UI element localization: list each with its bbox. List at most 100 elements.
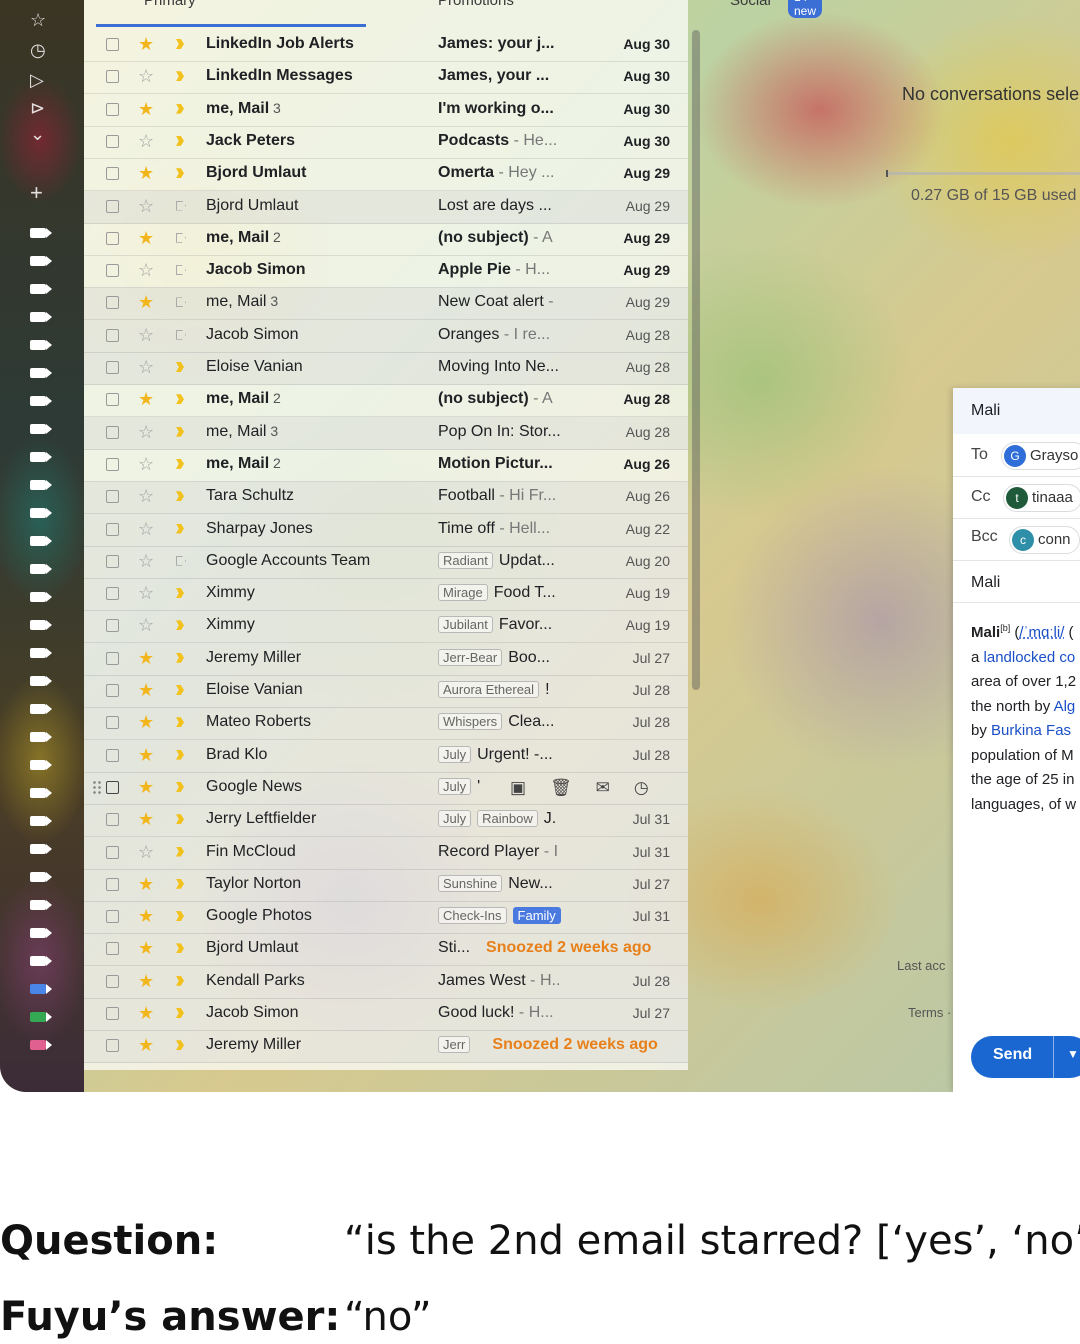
label-icon[interactable] (30, 396, 52, 406)
email-row[interactable]: ★ me, Mail 3 New Coat alert - Aug 29 (84, 287, 688, 321)
clock-icon[interactable]: ◷ (30, 40, 46, 61)
row-checkbox[interactable] (106, 651, 119, 665)
email-row[interactable]: ☆ Google Accounts Team Radiant Updat... Aug … (84, 545, 688, 579)
row-checkbox[interactable] (106, 974, 119, 988)
star-icon[interactable]: ★ (138, 776, 154, 798)
send-button[interactable]: Send ▼ (971, 1036, 1080, 1078)
label-icon[interactable] (30, 508, 52, 518)
star-icon[interactable]: ★ (138, 33, 154, 55)
star-icon[interactable]: ☆ (30, 10, 46, 31)
row-checkbox[interactable] (106, 490, 119, 504)
send-options-icon[interactable]: ▼ (1067, 1047, 1079, 1061)
tab-social[interactable]: Social (730, 0, 771, 9)
label-icon[interactable] (30, 564, 52, 574)
star-icon[interactable]: ★ (138, 937, 154, 959)
label-chip[interactable]: July (438, 810, 472, 828)
row-checkbox[interactable] (106, 1007, 119, 1020)
label-chip[interactable]: July (438, 745, 472, 763)
important-marker-icon[interactable] (176, 39, 184, 49)
row-checkbox[interactable] (106, 264, 119, 278)
important-marker-icon[interactable] (176, 555, 186, 566)
row-checkbox[interactable] (106, 780, 119, 794)
row-checkbox[interactable] (106, 199, 119, 213)
important-marker-icon[interactable] (176, 329, 186, 340)
label-chip[interactable]: Jubilant (438, 616, 493, 634)
important-marker-icon[interactable] (176, 362, 184, 372)
archive-icon[interactable]: ▣ (510, 778, 550, 797)
label-icon[interactable] (30, 704, 52, 714)
drag-handle-icon[interactable] (92, 779, 102, 794)
important-marker-icon[interactable] (176, 620, 184, 631)
email-row[interactable]: ☆ me, Mail 3 Pop On In: Stor... Aug 28 (84, 416, 688, 450)
email-row[interactable]: ★ Taylor Norton Sunshine New... Jul 27 (84, 868, 688, 902)
label-chip[interactable]: July (438, 777, 472, 795)
row-checkbox[interactable] (106, 942, 119, 956)
email-row[interactable]: ★ me, Mail 2 (no subject) - A Aug 29 (84, 223, 688, 256)
to-recipient-chip[interactable]: G Grayso (1001, 442, 1080, 470)
label-chip[interactable]: Mirage (438, 584, 488, 602)
important-marker-icon[interactable] (176, 1040, 184, 1051)
important-marker-icon[interactable] (176, 1008, 184, 1018)
send-icon[interactable]: ▷ (30, 70, 44, 91)
star-icon[interactable]: ★ (138, 744, 154, 766)
to-field[interactable]: To G Grayso (953, 434, 1080, 477)
star-icon[interactable]: ☆ (138, 518, 154, 540)
label-chip[interactable]: Radiant (438, 551, 493, 569)
compose-header[interactable]: Mali (953, 388, 1080, 434)
label-icon[interactable] (30, 928, 52, 938)
important-marker-icon[interactable] (176, 749, 184, 760)
label-icon[interactable] (30, 1012, 52, 1022)
important-marker-icon[interactable] (176, 814, 184, 825)
label-icon[interactable] (30, 648, 52, 658)
add-label-icon[interactable]: + (30, 180, 43, 206)
star-icon[interactable]: ★ (138, 970, 154, 992)
star-icon[interactable]: ☆ (138, 65, 154, 87)
row-checkbox[interactable] (106, 167, 119, 181)
label-icon[interactable] (30, 620, 52, 630)
row-checkbox[interactable] (106, 361, 119, 374)
label-icon[interactable] (30, 900, 52, 910)
row-checkbox[interactable] (106, 231, 119, 245)
important-marker-icon[interactable] (176, 878, 184, 889)
email-row[interactable]: ☆ Jacob Simon Apple Pie - H... Aug 29 (84, 255, 688, 289)
email-row[interactable]: ★ LinkedIn Job Alerts James: your j... Aug … (84, 29, 688, 62)
star-icon[interactable]: ☆ (138, 614, 154, 636)
email-row[interactable]: ★ me, Mail 2 (no subject) - A Aug 28 (84, 384, 688, 418)
label-icon[interactable] (30, 340, 52, 350)
mark-unread-icon[interactable]: ✉ (596, 778, 634, 797)
star-icon[interactable]: ★ (138, 711, 154, 733)
tab-promotions[interactable]: Promotions (438, 0, 514, 9)
important-marker-icon[interactable] (176, 943, 184, 954)
star-icon[interactable]: ★ (138, 227, 154, 249)
label-icon[interactable] (30, 452, 52, 462)
label-icon[interactable] (30, 984, 52, 994)
star-icon[interactable]: ★ (138, 388, 154, 410)
email-row[interactable]: ☆ Jack Peters Podcasts - He... Aug 30 (84, 126, 688, 159)
star-icon[interactable]: ★ (138, 679, 154, 701)
email-row[interactable]: ★ Jeremy Miller Jerr Snoozed 2 weeks ago (84, 1030, 688, 1064)
label-icon[interactable] (30, 732, 52, 742)
email-row[interactable]: ☆ Tara Schultz Football - Hi Fr... Aug 26 (84, 481, 688, 515)
row-checkbox[interactable] (106, 134, 119, 148)
label-icon[interactable] (30, 844, 52, 854)
compose-body[interactable]: Mali[b] (/ˈmɑːli/ ( a landlocked co area… (971, 616, 1080, 817)
scheduled-icon[interactable]: ⊳ (30, 98, 45, 119)
row-checkbox[interactable] (106, 296, 119, 310)
star-icon[interactable]: ☆ (138, 130, 154, 152)
row-checkbox[interactable] (106, 38, 119, 51)
important-marker-icon[interactable] (176, 168, 184, 179)
star-icon[interactable]: ★ (138, 873, 154, 895)
label-icon[interactable] (30, 368, 52, 378)
row-checkbox[interactable] (106, 716, 119, 730)
email-row[interactable]: ★ me, Mail 3 I'm working o... Aug 30 (84, 94, 688, 127)
important-marker-icon[interactable] (176, 781, 184, 792)
label-icon[interactable] (30, 424, 52, 434)
row-checkbox[interactable] (106, 70, 119, 84)
email-row[interactable]: ☆ me, Mail 2 Motion Pictur... Aug 26 (84, 449, 688, 482)
email-row[interactable]: ☆ Sharpay Jones Time off - Hell... Aug 22 (84, 513, 688, 547)
cc-recipient-chip[interactable]: t tinaaa (1003, 484, 1080, 512)
star-icon[interactable]: ☆ (138, 485, 154, 507)
star-icon[interactable]: ★ (138, 647, 154, 669)
important-marker-icon[interactable] (176, 685, 184, 695)
label-chip[interactable]: Rainbow (477, 810, 538, 828)
